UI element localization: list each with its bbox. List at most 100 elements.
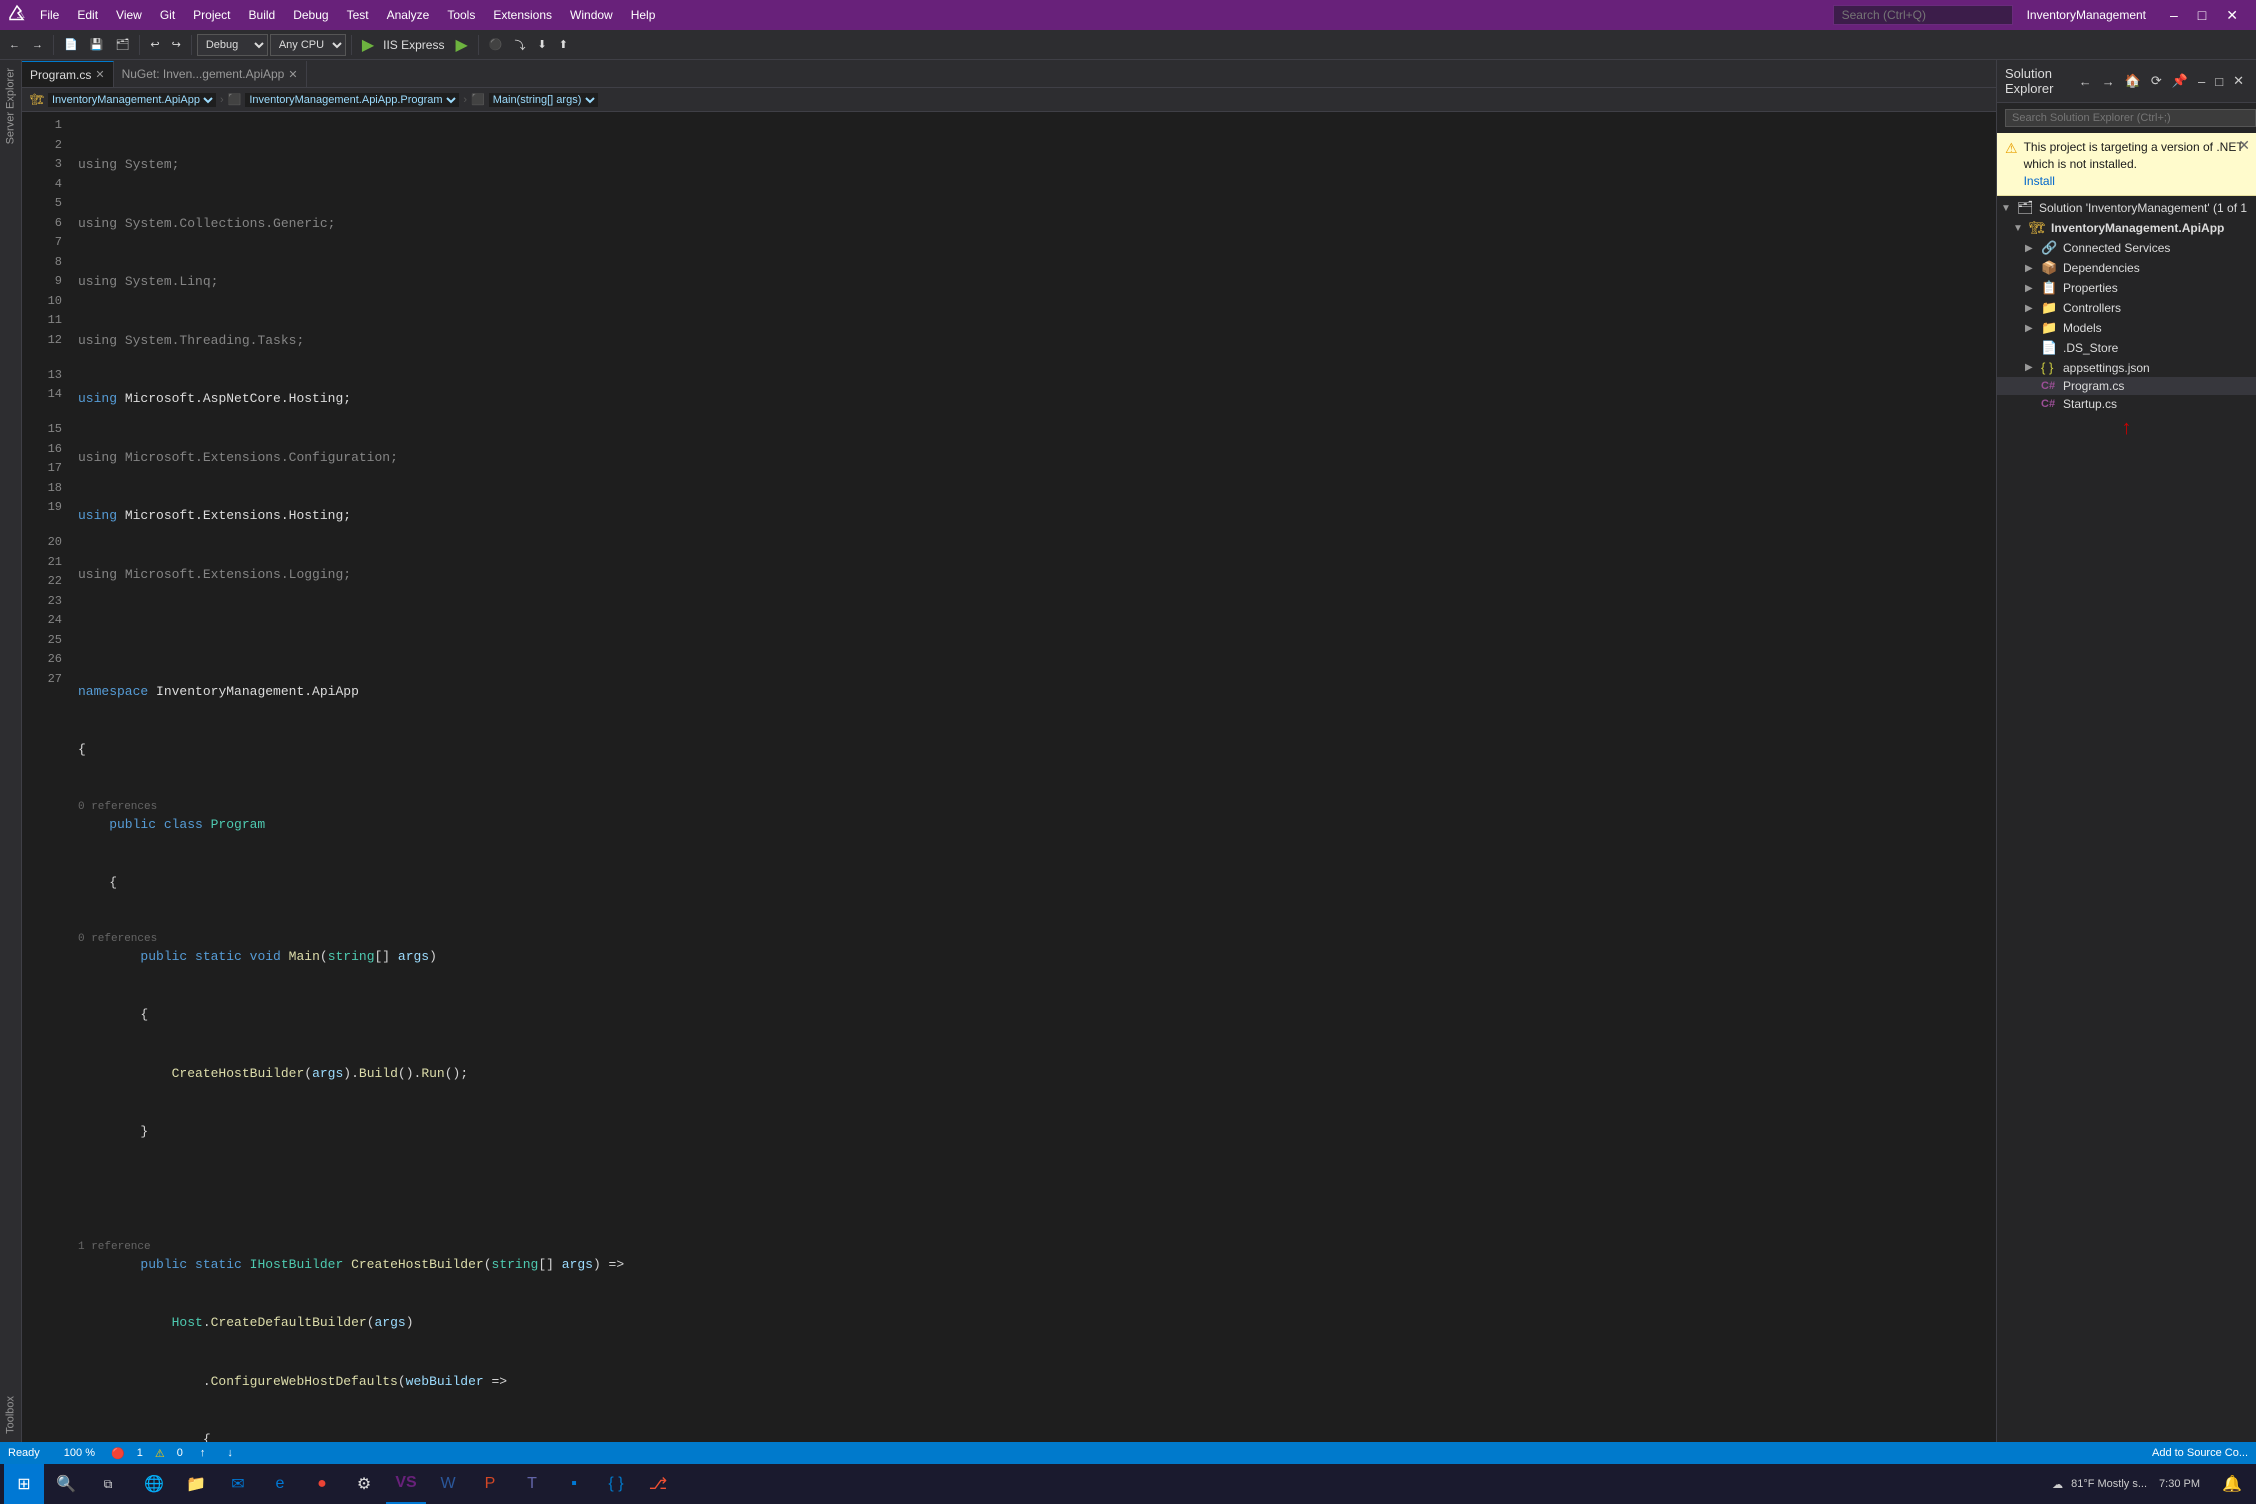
menu-help[interactable]: Help (623, 6, 664, 24)
menu-view[interactable]: View (108, 6, 150, 24)
back-button[interactable]: ← (4, 33, 25, 57)
run-alt-button[interactable]: ▶ (450, 33, 472, 57)
taskbar-search[interactable]: 🔍 (46, 1464, 86, 1504)
breadcrumb-method[interactable]: Main(string[] args) (489, 93, 598, 107)
dependencies-label: Dependencies (2063, 261, 2140, 275)
undo-button[interactable]: ↩ (145, 33, 164, 57)
code-content[interactable]: using System; using System.Collections.G… (70, 112, 1996, 1442)
menu-test[interactable]: Test (339, 6, 377, 24)
se-pin[interactable]: 📌 (2168, 73, 2192, 89)
se-refresh[interactable]: ⟳ (2147, 73, 2166, 89)
taskbar-edge2[interactable]: e (260, 1464, 300, 1504)
menu-extensions[interactable]: Extensions (485, 6, 560, 24)
menu-window[interactable]: Window (562, 6, 621, 24)
taskbar-task-view[interactable]: ⧉ (88, 1464, 128, 1504)
taskbar-vs-code[interactable]: { } (596, 1464, 636, 1504)
menu-git[interactable]: Git (152, 6, 183, 24)
debug-config-dropdown[interactable]: Debug Release (197, 34, 268, 56)
tree-controllers[interactable]: ▶ 📁 Controllers (1997, 298, 2256, 318)
tree-startup-cs[interactable]: C# Startup.cs (1997, 395, 2256, 413)
tree-models[interactable]: ▶ 📁 Models (1997, 318, 2256, 338)
close-button[interactable]: ✕ (2216, 0, 2248, 30)
tree-dependencies[interactable]: ▶ 📦 Dependencies (1997, 258, 2256, 278)
status-down-button[interactable]: ↓ (222, 1441, 238, 1465)
window-title: InventoryManagement (2027, 8, 2146, 22)
save-all-button[interactable]: 🗂 (110, 33, 134, 57)
toolbox-tab[interactable]: Toolbox (0, 1388, 21, 1442)
se-minimize[interactable]: – (2194, 73, 2209, 89)
vs-icon (8, 4, 26, 27)
taskbar-notifications[interactable]: 🔔 (2212, 1464, 2252, 1504)
tree-solution-node[interactable]: ▼ 🗂 Solution 'InventoryManagement' (1 of… (1997, 198, 2256, 218)
se-home[interactable]: 🏠 (2121, 73, 2145, 89)
taskbar-edge[interactable]: 🌐 (134, 1464, 174, 1504)
server-explorer-tab[interactable]: Server Explorer (0, 60, 21, 152)
breakpoint-button[interactable]: ⚫ (484, 33, 508, 57)
tab-program-cs[interactable]: Program.cs ✕ (22, 61, 114, 87)
taskbar-word[interactable]: W (428, 1464, 468, 1504)
warning-close-button[interactable]: ✕ (2238, 137, 2250, 154)
taskbar-git[interactable]: ⎇ (638, 1464, 678, 1504)
minimize-button[interactable]: – (2160, 0, 2188, 30)
menu-bar: File Edit View Git Project Build Debug T… (32, 6, 663, 24)
taskbar-clock[interactable]: 7:30 PM (2159, 1477, 2208, 1491)
breadcrumb-method-icon: ⬛ (471, 93, 485, 106)
menu-edit[interactable]: Edit (69, 6, 106, 24)
taskbar-file-explorer[interactable]: 📁 (176, 1464, 216, 1504)
step-out-button[interactable]: ⬆ (554, 33, 573, 57)
breadcrumb-icon: 🏗 (30, 93, 44, 106)
se-maximize[interactable]: □ (2211, 73, 2227, 89)
tab-nuget-close[interactable]: ✕ (288, 68, 297, 81)
step-in-button[interactable]: ⬇ (533, 33, 552, 57)
taskbar-settings[interactable]: ⚙ (344, 1464, 384, 1504)
status-up-button[interactable]: ↑ (195, 1441, 211, 1465)
step-over-button[interactable]: ⤵ (510, 33, 531, 57)
start-button[interactable]: ⊞ (4, 1464, 44, 1504)
code-line-3: using System.Linq; (78, 272, 1988, 292)
menu-debug[interactable]: Debug (285, 6, 336, 24)
se-search-container (1997, 103, 2256, 133)
save-button[interactable]: 💾 (85, 33, 109, 57)
platform-dropdown[interactable]: Any CPU (270, 34, 346, 56)
warning-install-link[interactable]: Install (2024, 174, 2055, 188)
tree-program-cs[interactable]: C# Program.cs (1997, 377, 2256, 395)
forward-button[interactable]: → (27, 33, 48, 57)
redo-button[interactable]: ↪ (167, 33, 186, 57)
source-control-status[interactable]: Add to Source Co... (2152, 1447, 2248, 1459)
menu-file[interactable]: File (32, 6, 67, 24)
tree-properties[interactable]: ▶ 📋 Properties (1997, 278, 2256, 298)
menu-build[interactable]: Build (241, 6, 284, 24)
run-button[interactable]: ▶ (357, 33, 379, 57)
taskbar-chrome[interactable]: ● (302, 1464, 342, 1504)
taskbar-powerpoint[interactable]: P (470, 1464, 510, 1504)
title-bar-search[interactable] (1833, 5, 2013, 25)
solution-explorer-title: Solution Explorer (2005, 66, 2075, 96)
toolbar-divider-5 (478, 35, 479, 55)
taskbar-mail[interactable]: ✉ (218, 1464, 258, 1504)
menu-project[interactable]: Project (185, 6, 238, 24)
title-bar: File Edit View Git Project Build Debug T… (0, 0, 2256, 30)
dependencies-arrow: ▶ (2025, 263, 2041, 274)
tree-connected-services[interactable]: ▶ 🔗 Connected Services (1997, 238, 2256, 258)
maximize-button[interactable]: □ (2188, 0, 2216, 30)
taskbar-teams[interactable]: T (512, 1464, 552, 1504)
se-nav-back[interactable]: ← (2075, 73, 2096, 89)
se-nav-forward[interactable]: → (2098, 73, 2119, 89)
menu-analyze[interactable]: Analyze (379, 6, 438, 24)
tree-ds-store[interactable]: 📄 .DS_Store (1997, 338, 2256, 358)
tab-nuget[interactable]: NuGet: Inven...gement.ApiApp ✕ (114, 61, 307, 87)
breadcrumb-class[interactable]: InventoryManagement.ApiApp.Program (245, 93, 459, 107)
project-arrow: ▼ (2013, 223, 2029, 234)
code-editor[interactable]: 1 2 3 4 5 6 7 8 9 10 11 12 13 14 15 16 1… (22, 112, 1996, 1442)
taskbar-cmd[interactable]: ▪ (554, 1464, 594, 1504)
se-close[interactable]: ✕ (2229, 73, 2248, 89)
tab-program-cs-close[interactable]: ✕ (95, 68, 104, 81)
tree-project-node[interactable]: ▼ 🏗 InventoryManagement.ApiApp (1997, 218, 2256, 238)
solution-label: Solution 'InventoryManagement' (1 of 1 (2039, 201, 2247, 215)
tree-appsettings[interactable]: ▶ { } appsettings.json (1997, 358, 2256, 377)
se-search-input[interactable] (2005, 109, 2256, 127)
menu-tools[interactable]: Tools (439, 6, 483, 24)
taskbar-vs[interactable]: VS (386, 1464, 426, 1504)
new-file-button[interactable]: 📄 (59, 33, 83, 57)
breadcrumb-project[interactable]: InventoryManagement.ApiApp (48, 93, 216, 107)
